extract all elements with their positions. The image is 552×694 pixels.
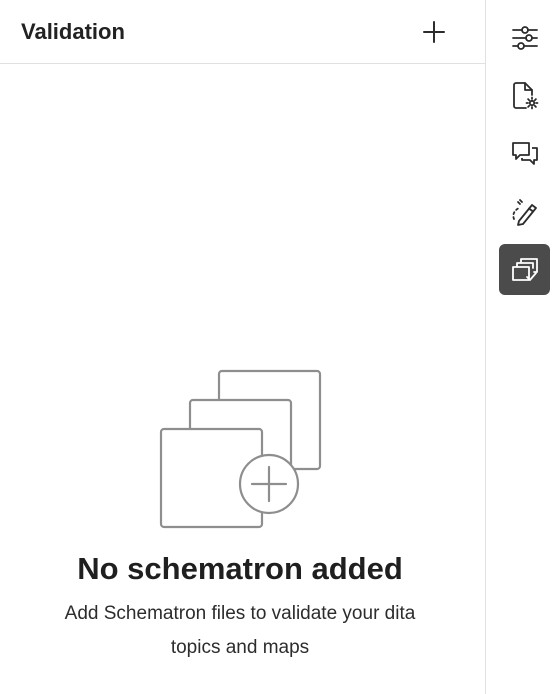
file-settings-icon xyxy=(512,81,538,109)
sliders-icon xyxy=(511,25,538,50)
add-schematron-button[interactable] xyxy=(418,16,450,48)
plus-icon xyxy=(423,21,445,43)
rail-item-comments[interactable] xyxy=(499,128,550,179)
panel-title: Validation xyxy=(21,19,125,44)
empty-state-title: No schematron added xyxy=(77,551,403,586)
validation-panel: Validation No schematron added Add Schem… xyxy=(0,0,485,694)
pen-path-icon xyxy=(511,198,537,226)
comments-icon xyxy=(511,141,538,165)
rail-item-validation[interactable] xyxy=(499,244,550,295)
panel-header: Validation xyxy=(0,0,485,64)
app-root: Validation No schematron added Add Schem… xyxy=(0,0,552,694)
side-rail xyxy=(486,0,552,694)
empty-state-description: Add Schematron files to validate your di… xyxy=(64,603,416,658)
rail-item-settings[interactable] xyxy=(499,12,550,63)
rail-item-file-properties[interactable] xyxy=(499,70,550,121)
validation-check-icon xyxy=(511,257,538,281)
stacked-files-add-icon xyxy=(159,369,322,529)
rail-item-review[interactable] xyxy=(499,186,550,237)
